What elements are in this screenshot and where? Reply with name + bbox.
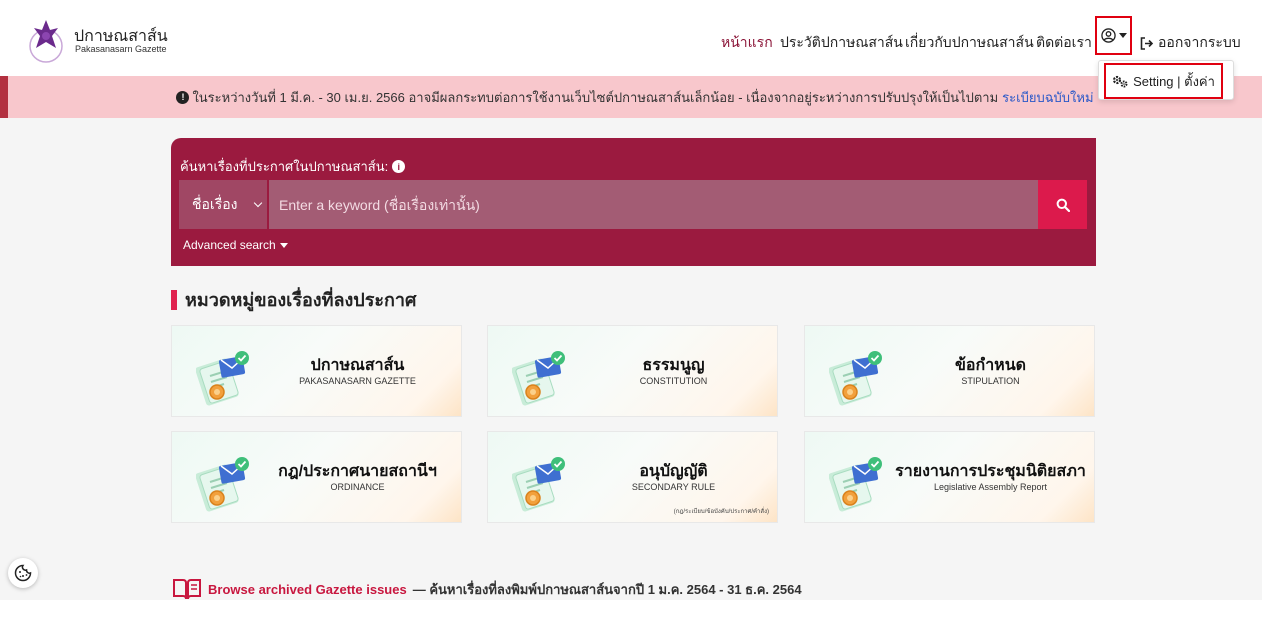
notice-banner: ! ในระหว่างวันที่ 1 มี.ค. - 30 เม.ย. 256… <box>0 76 1262 118</box>
archive-description: — ค้นหาเรื่องที่ลงพิมพ์ปกาษณสาส์นจากปี 1… <box>412 581 802 597</box>
select-chevron-icon <box>253 198 263 208</box>
category-title: ข้อกำหนด <box>954 357 1027 374</box>
nav-contact[interactable]: ติดต่อเรา <box>1036 32 1092 54</box>
search-field-select[interactable]: ชื่อเรื่อง <box>179 180 267 229</box>
search-button[interactable] <box>1038 180 1087 229</box>
category-note: (กฎ/ระเบียบ/ข้อบังคับ/ประกาศ/คำสั่ง) <box>673 509 769 515</box>
info-icon: ! <box>176 90 190 104</box>
category-subtitle: Legislative Assembly Report <box>933 482 1048 492</box>
logout-label: ออกจากระบบ <box>1158 34 1241 50</box>
notice-text: ในระหว่างวันที่ 1 มี.ค. - 30 เม.ย. 2566 … <box>192 89 999 105</box>
search-panel: ค้นหาเรื่องที่ประกาศในปกาษณสาส์น: i ชื่อ… <box>171 138 1096 266</box>
logout-link[interactable]: ออกจากระบบ <box>1140 32 1241 54</box>
cookie-icon <box>14 564 32 582</box>
document-check-icon <box>512 350 566 408</box>
search-info-icon[interactable]: i <box>392 160 406 173</box>
setting-menu-item[interactable]: Setting | ตั้งค่า <box>1104 63 1223 99</box>
category-card-stipulation[interactable]: ข้อกำหนด STIPULATION <box>804 325 1095 417</box>
category-subtitle: PAKASANASARN GAZETTE <box>299 376 416 386</box>
user-dropdown-menu: Setting | ตั้งค่า <box>1098 60 1234 100</box>
document-check-icon <box>196 350 250 408</box>
category-card-gazette[interactable]: ปกาษณสาส์น PAKASANASARN GAZETTE <box>171 325 462 417</box>
categories-heading: หมวดหมู่ของเรื่องที่ลงประกาศ <box>171 290 416 310</box>
logout-icon <box>1140 36 1154 50</box>
archive-book-icon <box>173 579 201 600</box>
nav-home[interactable]: หน้าแรก <box>721 32 773 54</box>
nav-history[interactable]: ประวัติปกาษณสาส์น <box>780 32 903 54</box>
caret-down-icon <box>279 242 288 248</box>
user-menu-toggle[interactable] <box>1095 16 1132 55</box>
category-card-constitution[interactable]: ธรรมนูญ CONSTITUTION <box>487 325 778 417</box>
site-header: ปกาษณสาส์น Pakasanasarn Gazette หน้าแรก … <box>0 0 1262 76</box>
nav-about[interactable]: เกี่ยวกับปกาษณสาส์น <box>905 32 1034 54</box>
cookie-settings-button[interactable] <box>8 558 38 588</box>
page: ปกาษณสาส์น Pakasanasarn Gazette หน้าแรก … <box>0 0 1262 642</box>
document-check-icon <box>512 456 566 514</box>
page-bottom <box>0 600 1262 642</box>
category-title: อนุบัญญัติ <box>639 463 708 480</box>
gears-icon <box>1112 75 1128 87</box>
document-check-icon <box>829 350 883 408</box>
notice-link[interactable]: ระเบียบฉบับใหม่ <box>1002 87 1093 108</box>
category-title: รายงานการประชุมนิติยสภา <box>895 463 1086 480</box>
category-subtitle: SECONDARY RULE <box>631 482 716 492</box>
category-card-assembly-report[interactable]: รายงานการประชุมนิติยสภา Legislative Asse… <box>804 431 1095 523</box>
advanced-search-toggle[interactable]: Advanced search <box>183 238 288 252</box>
archive-row: Browse archived Gazette issues — ค้นหาเร… <box>172 578 802 600</box>
category-card-ordinance[interactable]: กฎ/ประกาศนายสถานีฯ ORDINANCE <box>171 431 462 523</box>
archive-link[interactable]: Browse archived Gazette issues <box>208 582 407 597</box>
category-title: ปกาษณสาส์น <box>310 357 405 374</box>
setting-label: Setting | ตั้งค่า <box>1133 73 1215 89</box>
category-card-secondary-rule[interactable]: อนุบัญญัติ SECONDARY RULE (กฎ/ระเบียบ/ข้… <box>487 431 778 523</box>
document-check-icon <box>829 456 883 514</box>
logo-icon[interactable] <box>24 16 68 64</box>
search-input[interactable] <box>269 180 1039 229</box>
advanced-search-label: Advanced search <box>183 238 276 252</box>
brand-subtitle: Pakasanasarn Gazette <box>75 44 167 54</box>
category-subtitle: CONSTITUTION <box>639 376 708 386</box>
category-subtitle: ORDINANCE <box>330 482 385 492</box>
search-label-row: ค้นหาเรื่องที่ประกาศในปกาษณสาส์น: i <box>180 156 406 177</box>
chevron-down-icon <box>1118 33 1127 38</box>
search-icon <box>1056 198 1070 212</box>
category-title: ธรรมนูญ <box>642 357 705 374</box>
document-check-icon <box>196 456 250 514</box>
search-select-value: ชื่อเรื่อง <box>192 195 238 212</box>
search-label: ค้นหาเรื่องที่ประกาศในปกาษณสาส์น: <box>180 159 389 174</box>
category-title: กฎ/ประกาศนายสถานีฯ <box>278 463 437 480</box>
user-circle-icon <box>1100 28 1116 43</box>
category-subtitle: STIPULATION <box>961 376 1020 386</box>
